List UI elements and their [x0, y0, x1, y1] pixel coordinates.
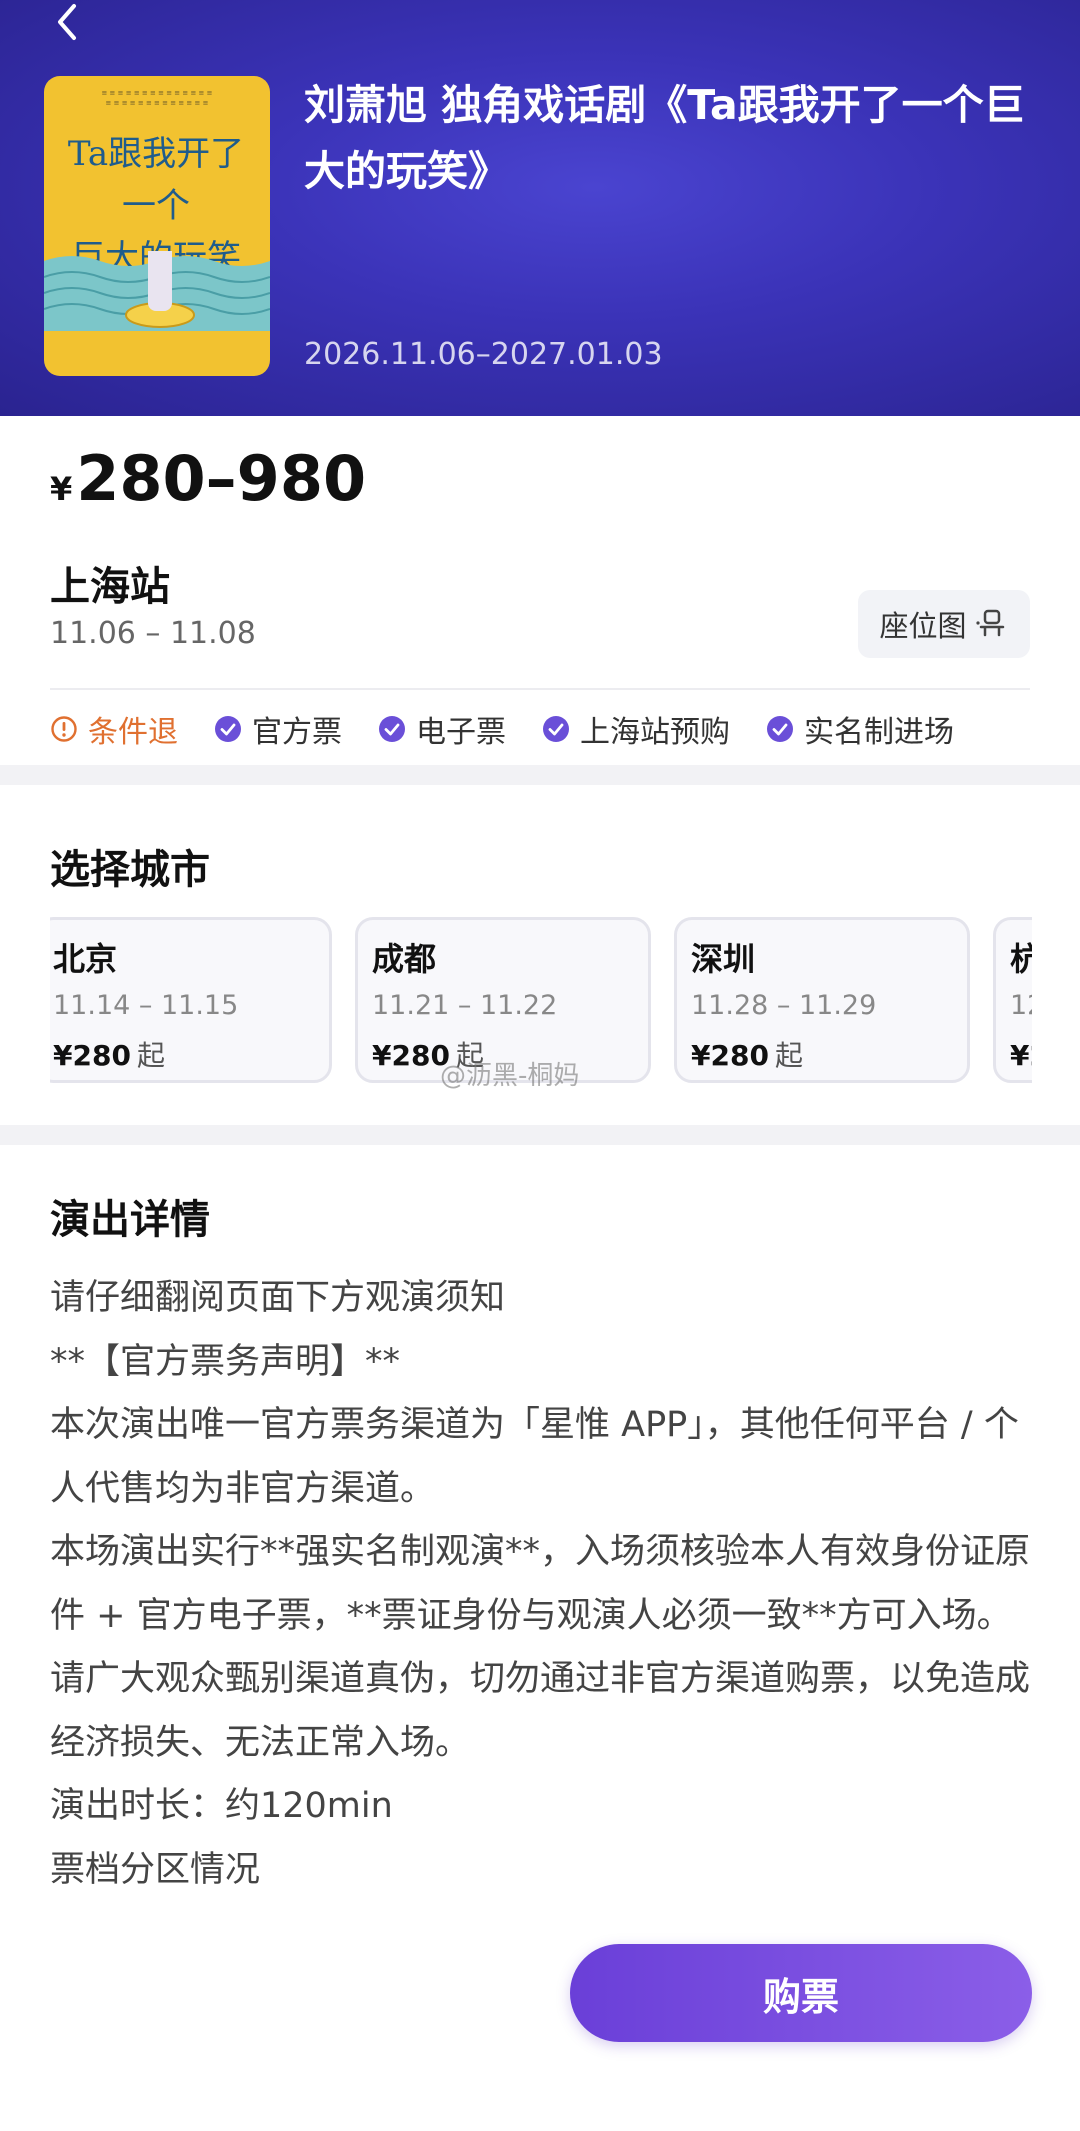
city-name: 成都 — [372, 940, 437, 978]
details-paragraph: 票档分区情况 — [50, 1849, 261, 1890]
seat-map-label: 座位图 — [879, 609, 967, 643]
details-paragraph: 本次演出唯一官方票务渠道为「星惟 APP」，其他任何平台 / 个人代售均为非官方… — [50, 1405, 1019, 1509]
price-range: ¥280–980 — [50, 442, 367, 515]
details-paragraph: 本场演出实行**强实名制观演**，入场须核验本人有效身份证原件 + 官方电子票，… — [50, 1532, 1031, 1636]
service-tag[interactable]: 上海站预购 — [542, 704, 730, 754]
show-poster[interactable]: ≡ ≡ ≡ ≡ ≡ ≡ ≡ ≡ ≡ ≡ ≡ ≡ ≡ ≡ ≡ ≡ ≡ ≡ ≡ ≡ ≡… — [44, 76, 270, 376]
city-price-value: ¥280 — [53, 1039, 131, 1072]
details-body: 请仔细翻阅页面下方观演须知 **【官方票务声明】** 本次演出唯一官方票务渠道为「星… — [50, 1267, 1040, 1902]
city-price: ¥280起 — [691, 1034, 803, 1074]
city-selector-card: 选择城市 北京 11.14 – 11.15 ¥280 起成都 11.21 – 11.22… — [0, 785, 1080, 1125]
service-tag-label: 条件退 — [88, 715, 178, 750]
service-tag-label: 电子票 — [416, 715, 506, 750]
service-tag-label: 上海站预购 — [580, 715, 730, 750]
city-dates: 11.21 – 11.22 — [372, 990, 558, 1021]
bottom-action-bar: 购票 — [0, 1924, 1080, 2131]
city-card[interactable]: 深圳 11.28 – 11.29 ¥280 起 — [674, 917, 970, 1083]
buy-ticket-button[interactable]: 购票 — [570, 1944, 1032, 2042]
city-price-suffix: 起 — [774, 1039, 803, 1072]
details-paragraph: 演出时长：约120min — [50, 1786, 393, 1826]
city-price-suffix: 起 — [136, 1039, 165, 1072]
service-tags: 条件退 官方票 电子票 上海站预购 实名制进场 — [50, 704, 1034, 754]
service-tag-label: 官方票 — [252, 715, 342, 750]
poster-tagline: ≡ ≡ ≡ ≡ ≡ ≡ ≡ ≡ ≡ ≡ ≡ ≡ ≡ ≡ ≡ ≡ ≡ ≡ ≡ ≡ ≡… — [101, 89, 213, 107]
divider — [50, 688, 1030, 690]
city-card[interactable]: 杭州 12.05 – 12.06 ¥280起 — [993, 917, 1032, 1083]
station-dates: 11.06 – 11.08 — [50, 616, 256, 651]
alert-circle-icon — [51, 716, 77, 742]
details-paragraph: 请广大观众甄别渠道真伪，切勿通过非官方渠道购票，以免造成经济损失、无法正常入场。 — [50, 1659, 1031, 1763]
back-button[interactable] — [50, 2, 90, 42]
city-price-value: ¥280 — [372, 1039, 450, 1072]
service-tag-label: 实名制进场 — [804, 715, 954, 750]
service-tag[interactable]: 实名制进场 — [766, 704, 954, 754]
poster-illustration — [44, 251, 270, 331]
city-section-title: 选择城市 — [50, 847, 210, 893]
service-tag[interactable]: 官方票 — [214, 704, 342, 754]
city-price-value: ¥280 — [691, 1039, 769, 1072]
seat-map-button[interactable]: 座位图 — [858, 590, 1030, 658]
city-price: ¥280起 — [53, 1034, 165, 1074]
city-name: 北京 — [53, 940, 118, 978]
city-price-value: ¥280 — [1010, 1039, 1032, 1072]
service-tag[interactable]: 电子票 — [378, 704, 506, 754]
city-name: 深圳 — [691, 940, 756, 978]
details-section-title: 演出详情 — [50, 1197, 210, 1243]
service-tag[interactable]: 条件退 — [50, 704, 178, 754]
show-header: ≡ ≡ ≡ ≡ ≡ ≡ ≡ ≡ ≡ ≡ ≡ ≡ ≡ ≡ ≡ ≡ ≡ ≡ ≡ ≡ ≡… — [0, 0, 1080, 416]
station-name: 上海站 — [50, 564, 170, 610]
check-circle-icon — [543, 716, 569, 742]
check-circle-icon — [767, 716, 793, 742]
city-dates: 11.28 – 11.29 — [691, 990, 877, 1021]
seat-icon — [975, 609, 1004, 637]
check-circle-icon — [379, 716, 405, 742]
check-circle-icon — [215, 716, 241, 742]
city-dates: 11.14 – 11.15 — [53, 990, 239, 1021]
city-price: ¥280起 — [1010, 1034, 1032, 1074]
details-paragraph: 请仔细翻阅页面下方观演须知 — [50, 1278, 506, 1318]
show-title: 刘萧旭 独角戏话剧《Ta跟我开了一个巨大的玩笑》 — [304, 81, 1025, 195]
city-card[interactable]: 北京 11.14 – 11.15 ¥280 起 — [50, 917, 332, 1083]
watermark: @沥黑-桐妈 — [440, 1061, 580, 1091]
city-name: 杭州 — [1010, 940, 1032, 978]
city-dates: 12.05 – 12.06 — [1010, 990, 1032, 1021]
price-card: ¥280–980 上海站 11.06 – 11.08 座位图 条件退 官方票 电子票… — [0, 416, 1080, 765]
show-date-range: 2026.11.06–2027.01.03 — [304, 337, 663, 372]
details-paragraph: **【官方票务声明】** — [50, 1341, 401, 1382]
chevron-left-icon — [58, 4, 76, 40]
